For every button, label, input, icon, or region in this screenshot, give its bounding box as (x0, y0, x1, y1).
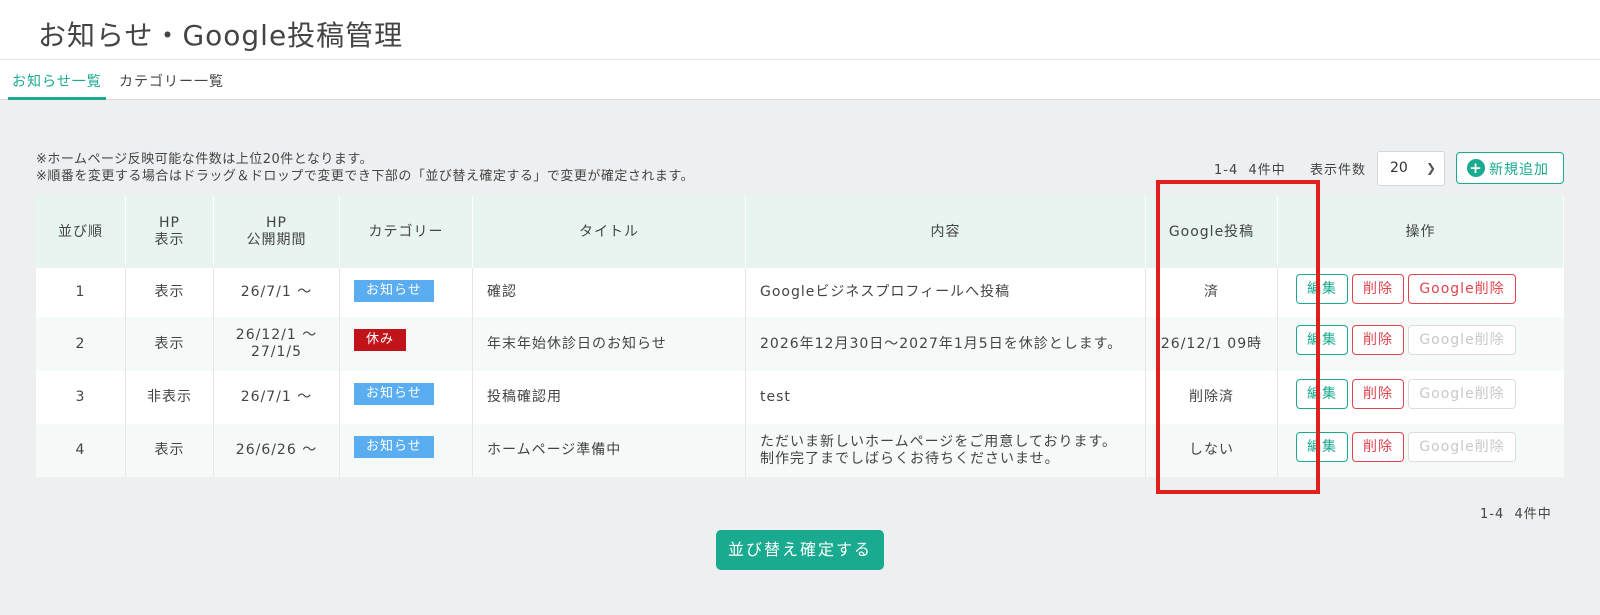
cell-hp-display: 非表示 (126, 371, 214, 424)
cell-category: お知らせ (340, 268, 473, 317)
cell-period: 26/7/1 ～ (214, 371, 340, 424)
header-content: 内容 (746, 196, 1146, 268)
page-header: お知らせ・Google投稿管理 (0, 0, 1600, 60)
google-delete-button: Google削除 (1408, 325, 1516, 355)
category-badge: お知らせ (354, 436, 434, 458)
cell-google-post: 削除済 (1146, 371, 1278, 424)
cell-operations: 編集 削除 Google削除 (1296, 371, 1582, 424)
cell-order: 1 (36, 268, 126, 317)
edit-button[interactable]: 編集 (1296, 431, 1348, 462)
confirm-order-button[interactable]: 並び替え確定する (716, 530, 884, 570)
cell-content: ただいま新しいホームページをご用意しております。 制作完了までしばらくお待ちくだ… (746, 424, 1146, 477)
cell-order: 3 (36, 371, 126, 424)
page-title: お知らせ・Google投稿管理 (38, 19, 404, 52)
cell-operations: 編集 削除 Google削除 (1296, 268, 1582, 317)
delete-button[interactable]: 削除 (1352, 431, 1404, 462)
note-line-2: ※順番を変更する場合はドラッグ＆ドロップで変更でき下部の「並び替え確定する」で変… (36, 169, 695, 184)
delete-button[interactable]: 削除 (1352, 273, 1404, 304)
cell-category: お知らせ (340, 424, 473, 477)
google-delete-button: Google削除 (1408, 431, 1516, 462)
cell-google-post: 済 (1146, 268, 1278, 317)
cell-google-post: しない (1146, 424, 1278, 477)
header-order: 並び順 (36, 196, 126, 268)
cell-title: 投稿確認用 (473, 371, 746, 424)
add-new-label: 新規追加 (1489, 162, 1549, 178)
cell-period: 26/12/1 ～ 27/1/5 (214, 317, 340, 371)
header-google-post: Google投稿 (1146, 196, 1278, 268)
edit-button[interactable]: 編集 (1296, 273, 1348, 304)
plus-circle-icon: + (1467, 159, 1485, 177)
per-page-value: 20 (1390, 160, 1408, 176)
cell-period: 26/6/26 ～ (214, 424, 340, 477)
header-period: HP 公開期間 (214, 196, 340, 268)
header-category: カテゴリー (340, 196, 473, 268)
category-badge: お知らせ (354, 383, 434, 405)
cell-category: 休み (340, 317, 473, 371)
cell-order: 2 (36, 317, 126, 371)
cell-hp-display: 表示 (126, 317, 214, 371)
header-hp-display: HP 表示 (126, 196, 214, 268)
cell-hp-display: 表示 (126, 424, 214, 477)
cell-google-post: 26/12/1 09時 (1146, 317, 1278, 371)
chevron-down-icon: ❯ (1425, 161, 1436, 175)
cell-period: 26/7/1 ～ (214, 268, 340, 317)
result-count-bottom: 1-4 4件中 (1480, 507, 1552, 522)
category-badge: 休み (354, 329, 407, 351)
edit-button[interactable]: 編集 (1296, 378, 1348, 409)
cell-order: 4 (36, 424, 126, 477)
cell-title: 年末年始休診日のお知らせ (473, 317, 746, 371)
tab-category-list[interactable]: カテゴリー一覧 (119, 71, 224, 100)
cell-category: お知らせ (340, 371, 473, 424)
category-badge: お知らせ (354, 280, 434, 302)
header-title: タイトル (473, 196, 746, 268)
header-operations: 操作 (1278, 196, 1564, 268)
edit-button[interactable]: 編集 (1296, 325, 1348, 355)
cell-title: ホームページ準備中 (473, 424, 746, 477)
table-row[interactable]: 4 表示 26/6/26 ～ お知らせ ホームページ準備中 ただいま新しいホームページをご… (36, 424, 1564, 477)
table-header: 並び順 HP 表示 HP 公開期間 カテゴリー タイトル 内容 Google投稿 操作 (36, 196, 1564, 268)
table-row[interactable]: 3 非表示 26/7/1 ～ お知らせ 投稿確認用 test 削除済 編集 削除 Google削除 (36, 371, 1564, 424)
cell-hp-display: 表示 (126, 268, 214, 317)
add-new-button[interactable]: + 新規追加 (1456, 152, 1564, 184)
notes: ※ホームページ反映可能な件数は上位20件となります。 ※順番を変更する場合はドラ… (36, 151, 694, 185)
cell-operations: 編集 削除 Google削除 (1296, 317, 1582, 371)
cell-content: test (746, 371, 1146, 424)
tab-news-list[interactable]: お知らせ一覧 (8, 71, 106, 100)
table-row[interactable]: 1 表示 26/7/1 ～ お知らせ 確認 Googleビジネスプロフィールへ投稿済編集削… (36, 268, 1564, 317)
cell-content: 2026年12月30日～2027年1月5日を休診とします。 (746, 317, 1146, 371)
google-delete-button[interactable]: Google削除 (1408, 273, 1516, 304)
cell-operations: 編集 削除 Google削除 (1296, 424, 1582, 477)
table-row[interactable]: 2 表示 26/12/1 ～ 27/1/5 休み 年末年始休診日のお知らせ 2026年12… (36, 317, 1564, 371)
tab-bar: お知らせ一覧 カテゴリー一覧 (0, 60, 1600, 100)
cell-content: Googleビジネスプロフィールへ投稿 (746, 268, 1146, 317)
per-page-label: 表示件数 (1310, 163, 1367, 178)
delete-button[interactable]: 削除 (1352, 325, 1404, 355)
result-count: 1-4 4件中 (1214, 163, 1286, 178)
delete-button[interactable]: 削除 (1352, 378, 1404, 409)
google-delete-button: Google削除 (1408, 378, 1516, 409)
per-page-select[interactable]: 20 ❯ (1377, 151, 1445, 186)
note-line-1: ※ホームページ反映可能な件数は上位20件となります。 (36, 152, 374, 167)
cell-title: 確認 (473, 268, 746, 317)
